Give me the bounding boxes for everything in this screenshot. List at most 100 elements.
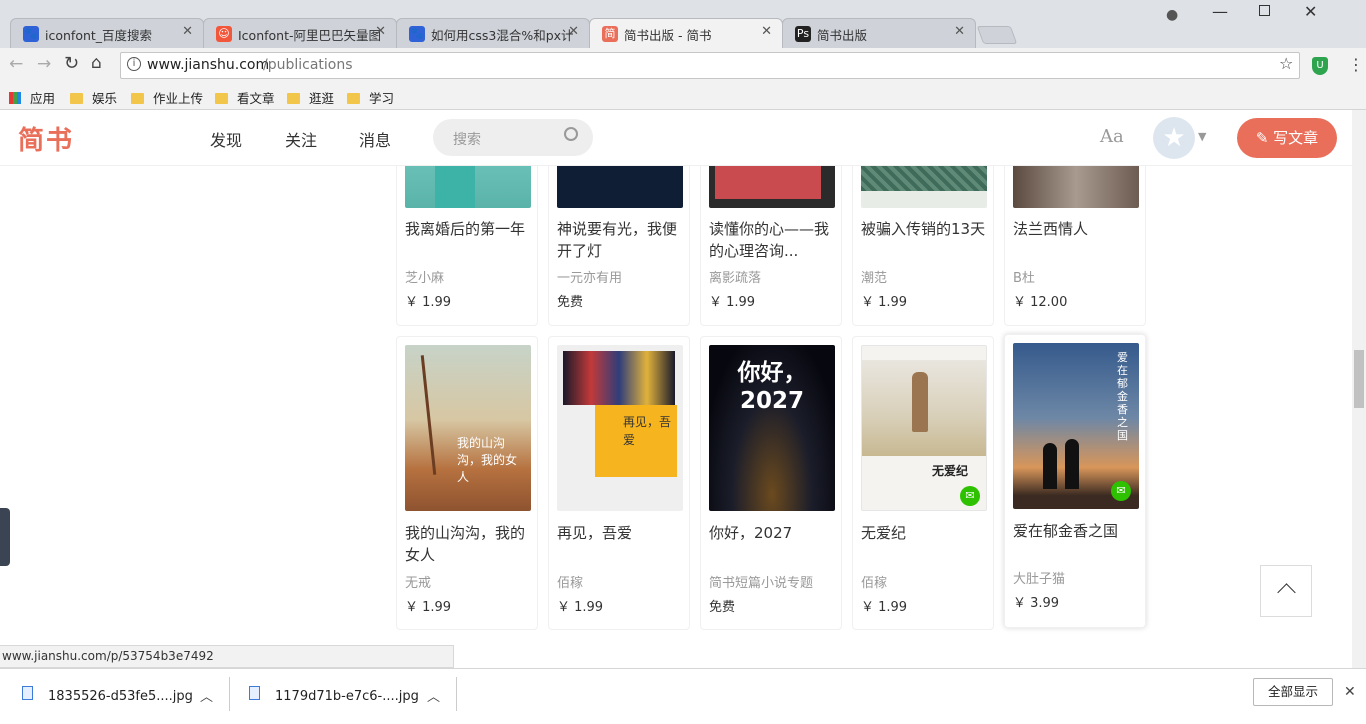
- close-window-icon[interactable]: ✕: [1304, 2, 1317, 21]
- bookmark-folder[interactable]: 逛逛: [287, 88, 334, 107]
- bookmark-folder[interactable]: 作业上传: [131, 88, 203, 107]
- book-title[interactable]: 读懂你的心——我的心理咨询...: [709, 218, 835, 262]
- nav-discover[interactable]: 发现: [210, 127, 242, 151]
- book-title[interactable]: 爱在郁金香之国: [1013, 520, 1139, 564]
- book-card[interactable]: 无爱纪 ✉ 无爱纪 佰稼 ￥ 1.99: [852, 336, 994, 630]
- write-article-button[interactable]: ✎ 写文章: [1237, 118, 1337, 158]
- new-tab-button[interactable]: [976, 26, 1018, 44]
- book-title[interactable]: 被骗入传销的13天: [861, 218, 987, 262]
- book-author[interactable]: 简书短篇小说专题: [709, 572, 813, 591]
- home-icon[interactable]: ⌂: [91, 53, 102, 73]
- book-price: ￥ 1.99: [861, 295, 908, 310]
- window-controls: ● — ✕: [1166, 0, 1366, 32]
- show-all-downloads-button[interactable]: 全部显示: [1253, 678, 1333, 706]
- minimize-icon[interactable]: —: [1212, 2, 1228, 21]
- browser-tab[interactable]: 🐾 iconfont_百度搜索 ✕: [10, 18, 204, 48]
- close-tab-icon[interactable]: ✕: [182, 24, 193, 39]
- book-price: ￥ 1.99: [861, 600, 908, 615]
- forward-icon[interactable]: →: [37, 54, 51, 74]
- book-author[interactable]: 潮范: [861, 267, 887, 286]
- bookmark-folder[interactable]: 娱乐: [70, 88, 117, 107]
- download-item[interactable]: 1835526-d53fe5....jpg: [48, 689, 193, 704]
- book-price: ￥ 1.99: [405, 295, 452, 310]
- address-bar[interactable]: i www.jianshu.com /publications ☆: [120, 52, 1300, 79]
- close-tab-icon[interactable]: ✕: [568, 24, 579, 39]
- search-input[interactable]: 搜索: [433, 119, 593, 156]
- browser-tab[interactable]: 🐾 如何用css3混合%和px计 ✕: [396, 18, 590, 48]
- book-author[interactable]: B杜: [1013, 267, 1035, 286]
- divider: [456, 677, 457, 711]
- avatar[interactable]: ★: [1153, 117, 1195, 159]
- side-widget[interactable]: [0, 508, 10, 566]
- book-title[interactable]: 再见，吾爱: [557, 522, 683, 566]
- book-cover: 爱在郁金香之国 ✉: [1013, 343, 1139, 509]
- extension-shield-icon[interactable]: U: [1312, 57, 1328, 75]
- maximize-icon[interactable]: [1259, 5, 1270, 16]
- book-title[interactable]: 无爱纪: [861, 522, 987, 566]
- book-author[interactable]: 佰稼: [861, 572, 887, 591]
- close-icon[interactable]: ✕: [1344, 684, 1356, 700]
- browser-tab[interactable]: ☺ Iconfont-阿里巴巴矢量图 ✕: [203, 18, 397, 48]
- chevron-up-icon[interactable]: ︿: [427, 686, 440, 705]
- close-tab-icon[interactable]: ✕: [761, 24, 772, 39]
- bookmark-folder[interactable]: 学习: [347, 88, 394, 107]
- tab-title: 简书出版 - 简书: [624, 28, 712, 43]
- book-card[interactable]: 被骗入传销的13天 潮范 ￥ 1.99: [852, 166, 994, 326]
- chevron-down-icon[interactable]: ▼: [1198, 130, 1206, 143]
- book-title[interactable]: 我的山沟沟，我的女人: [405, 522, 531, 566]
- book-author[interactable]: 芝小麻: [405, 267, 444, 286]
- bookmark-folder[interactable]: 看文章: [215, 88, 275, 107]
- search-icon[interactable]: [564, 127, 578, 141]
- back-to-top-button[interactable]: [1260, 565, 1312, 617]
- reload-icon[interactable]: ↻: [64, 53, 79, 74]
- profile-icon[interactable]: ●: [1166, 7, 1178, 23]
- book-cover: 再见，吾爱: [557, 345, 683, 511]
- publications-grid: 我离婚后的第一年 芝小麻 ￥ 1.99 神说要有光，我便开了灯 一元亦有用 免费…: [0, 166, 1352, 644]
- info-icon[interactable]: i: [127, 57, 141, 71]
- back-icon[interactable]: ←: [9, 54, 23, 74]
- book-title[interactable]: 法兰西情人: [1013, 218, 1139, 262]
- book-title[interactable]: 我离婚后的第一年: [405, 218, 531, 262]
- cover-text: 无爱纪: [932, 464, 969, 478]
- nav-follow[interactable]: 关注: [285, 127, 317, 151]
- tab-title: Iconfont-阿里巴巴矢量图: [238, 28, 382, 43]
- book-cover: [861, 166, 987, 208]
- book-author[interactable]: 一元亦有用: [557, 267, 622, 286]
- baidu-paw-icon: 🐾: [23, 26, 39, 42]
- book-card[interactable]: 我的山沟沟，我的女人 我的山沟沟，我的女人 无戒 ￥ 1.99: [396, 336, 538, 630]
- site-header: [0, 110, 1352, 166]
- browser-tab-active[interactable]: 简 简书出版 - 简书 ✕: [589, 18, 783, 48]
- book-card[interactable]: 读懂你的心——我的心理咨询... 离影疏落 ￥ 1.99: [700, 166, 842, 326]
- scrollbar-thumb[interactable]: [1354, 350, 1364, 408]
- close-tab-icon[interactable]: ✕: [954, 24, 965, 39]
- book-title[interactable]: 神说要有光，我便开了灯: [557, 218, 683, 262]
- bookmark-star-icon[interactable]: ☆: [1279, 54, 1293, 73]
- status-bar-url: www.jianshu.com/p/53754b3e7492: [0, 645, 454, 668]
- book-cover: 我的山沟沟，我的女人: [405, 345, 531, 511]
- book-card[interactable]: 法兰西情人 B杜 ￥ 12.00: [1004, 166, 1146, 326]
- book-title[interactable]: 你好，2027: [709, 522, 835, 566]
- book-card[interactable]: 我离婚后的第一年 芝小麻 ￥ 1.99: [396, 166, 538, 326]
- book-card[interactable]: 爱在郁金香之国 ✉ 爱在郁金香之国 大肚子猫 ￥ 3.99: [1004, 334, 1146, 628]
- book-author[interactable]: 大肚子猫: [1013, 568, 1065, 587]
- chevron-up-icon[interactable]: ︿: [200, 686, 213, 705]
- book-card[interactable]: 神说要有光，我便开了灯 一元亦有用 免费: [548, 166, 690, 326]
- font-settings-icon[interactable]: Aa: [1100, 126, 1124, 147]
- bookmark-apps[interactable]: 应用: [9, 88, 55, 107]
- jianshu-icon: 简: [602, 26, 618, 42]
- book-author[interactable]: 佰稼: [557, 572, 583, 591]
- nav-messages[interactable]: 消息: [359, 127, 391, 151]
- iconfont-icon: ☺: [216, 26, 232, 42]
- book-author[interactable]: 无戒: [405, 572, 431, 591]
- book-author[interactable]: 离影疏落: [709, 267, 761, 286]
- book-card[interactable]: 你好，2027 你好，2027 简书短篇小说专题 免费: [700, 336, 842, 630]
- divider: [229, 677, 230, 711]
- book-price: 免费: [709, 600, 736, 615]
- close-tab-icon[interactable]: ✕: [375, 24, 386, 39]
- book-price: ￥ 1.99: [557, 600, 604, 615]
- browser-tab[interactable]: Ps 简书出版 ✕: [782, 18, 976, 48]
- download-item[interactable]: 1179d71b-e7c6-....jpg: [275, 689, 419, 704]
- site-logo[interactable]: 简书: [18, 120, 74, 157]
- book-card[interactable]: 再见，吾爱 再见，吾爱 佰稼 ￥ 1.99: [548, 336, 690, 630]
- menu-kebab-icon[interactable]: ⋮: [1348, 55, 1364, 74]
